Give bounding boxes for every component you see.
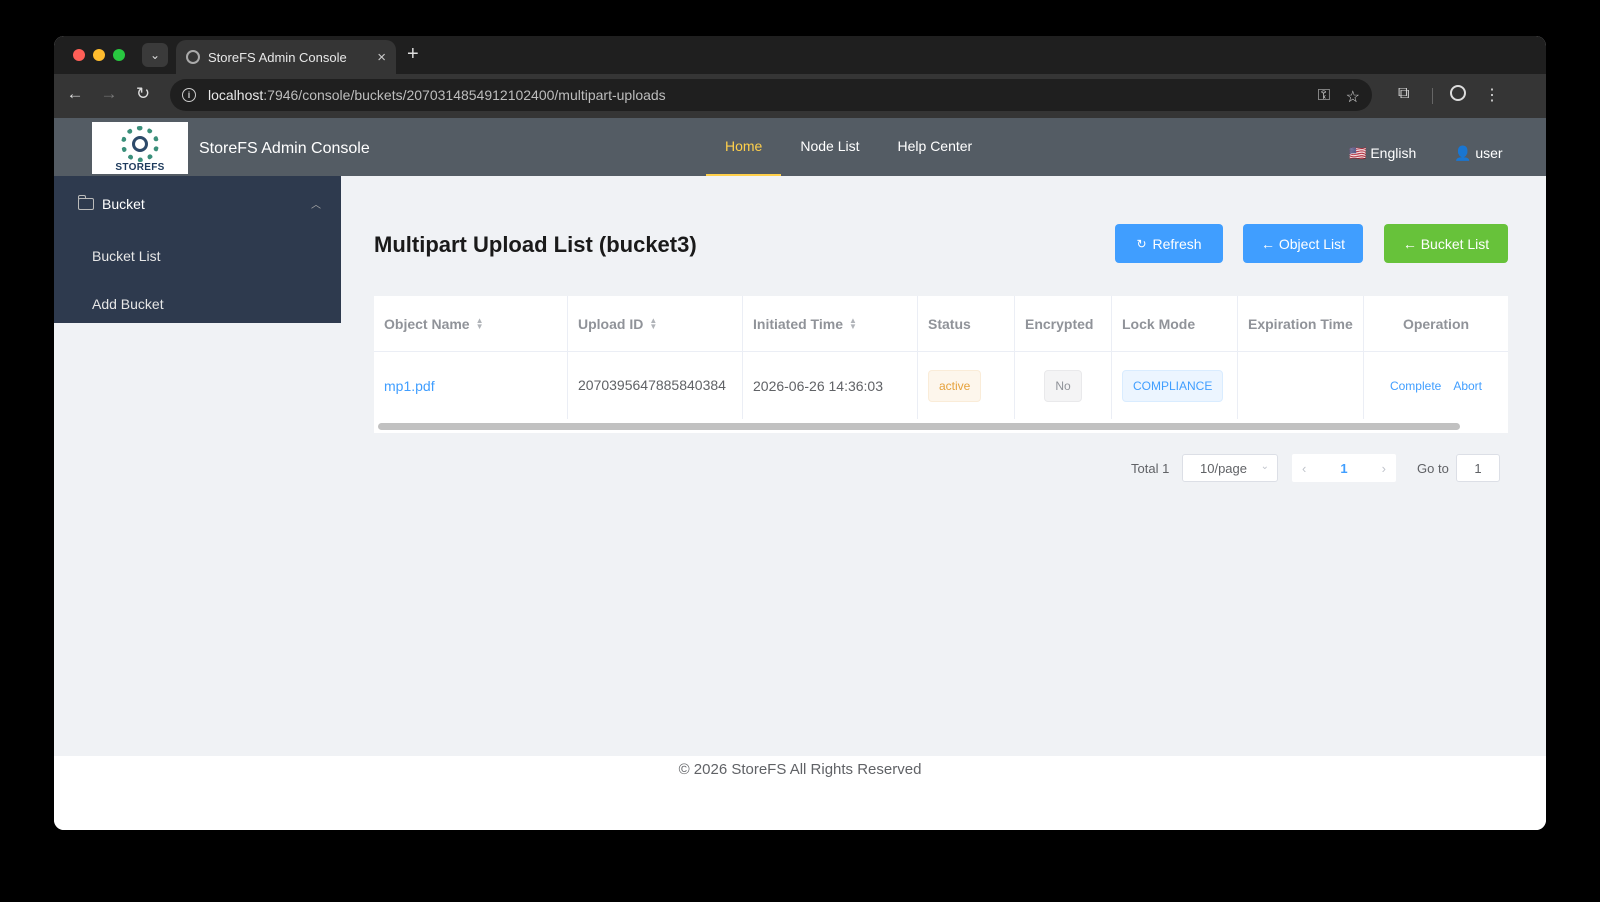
tab-title: StoreFS Admin Console bbox=[208, 49, 347, 65]
object-list-button[interactable]: ← Object List bbox=[1243, 224, 1363, 263]
column-header-upload-id[interactable]: Upload ID ▲ ▼ bbox=[568, 296, 743, 351]
language-selector[interactable]: 🇺🇸 English bbox=[1349, 145, 1416, 162]
column-header-expiration-time: Expiration Time bbox=[1238, 296, 1364, 351]
password-key-icon[interactable]: ⚿ bbox=[1318, 87, 1330, 105]
cell-expiration-time bbox=[1238, 352, 1364, 419]
cell-operation: Complete Abort bbox=[1364, 352, 1508, 419]
cell-lock-mode: COMPLIANCE bbox=[1112, 352, 1238, 419]
sidebar-item-add-bucket[interactable]: Add Bucket bbox=[54, 280, 341, 328]
browser-window: ⌄ StoreFS Admin Console × + ← → ↻ i loca… bbox=[54, 36, 1546, 830]
bucket-list-button[interactable]: ← Bucket List bbox=[1384, 224, 1508, 263]
column-header-label: Object Name bbox=[384, 315, 470, 332]
cell-encrypted: No bbox=[1015, 352, 1112, 419]
refresh-button[interactable]: ↻ Refresh bbox=[1115, 224, 1223, 263]
nav-node-list[interactable]: Node List bbox=[781, 118, 878, 176]
footer-copyright: © 2026 StoreFS All Rights Reserved bbox=[678, 761, 922, 778]
pagination-total: Total 1 bbox=[1131, 460, 1170, 476]
url-path: :7946/console/buckets/207031485491210240… bbox=[263, 87, 666, 103]
cell-initiated-time: 2026-06-26 14:36:03 bbox=[743, 352, 918, 419]
column-header-label: Upload ID bbox=[578, 315, 644, 332]
sidebar-group-bucket[interactable]: Bucket ︿ bbox=[54, 176, 341, 232]
sidebar-item-bucket-list[interactable]: Bucket List bbox=[54, 232, 341, 280]
sort-caret-icon[interactable]: ▲ ▼ bbox=[649, 316, 657, 330]
status-badge: active bbox=[928, 369, 982, 402]
url-text[interactable]: localhost:7946/console/buckets/207031485… bbox=[208, 87, 666, 103]
toolbar-divider bbox=[1432, 88, 1433, 104]
page-title: Multipart Upload List (bucket3) bbox=[374, 232, 697, 257]
sort-caret-icon[interactable]: ▲ ▼ bbox=[849, 316, 857, 330]
prev-page-chevron-icon[interactable]: ‹ bbox=[1302, 461, 1306, 476]
column-header-encrypted: Encrypted bbox=[1015, 296, 1112, 351]
logo-text: STOREFS bbox=[115, 162, 165, 173]
reload-icon[interactable]: ↻ bbox=[132, 84, 154, 104]
column-header-operation: Operation bbox=[1402, 315, 1470, 332]
close-window-button[interactable] bbox=[73, 49, 85, 61]
table-row: mp1.pdf 2070395647885840384 2026-06-26 1… bbox=[374, 352, 1508, 420]
kebab-menu-icon[interactable]: ⋮ bbox=[1484, 85, 1500, 105]
pager: ‹ 1 › bbox=[1292, 454, 1396, 482]
folder-icon bbox=[77, 195, 94, 210]
column-header-status: Status bbox=[918, 296, 1015, 351]
upload-id-value: 2070395647885840384 bbox=[578, 377, 726, 393]
cell-object-name: mp1.pdf bbox=[374, 352, 568, 419]
browser-tab-bar: ⌄ StoreFS Admin Console × + bbox=[54, 36, 1546, 74]
page-size-select[interactable]: 10/page ⌄ bbox=[1182, 454, 1278, 482]
scrollbar-thumb[interactable] bbox=[378, 423, 1460, 430]
minimize-window-button[interactable] bbox=[93, 49, 105, 61]
site-info-icon[interactable]: i bbox=[182, 88, 196, 102]
page-number[interactable]: 1 bbox=[1340, 461, 1347, 476]
column-header-initiated-time[interactable]: Initiated Time ▲ ▼ bbox=[743, 296, 918, 351]
abort-upload-link[interactable]: Abort bbox=[1453, 379, 1482, 393]
column-header-label: Initiated Time bbox=[753, 315, 843, 332]
url-host: localhost bbox=[208, 87, 264, 103]
user-menu[interactable]: 👤 user bbox=[1454, 145, 1503, 162]
chevron-down-icon: ⌄ bbox=[1260, 461, 1269, 472]
tab-search-chevron-icon[interactable]: ⌄ bbox=[142, 43, 168, 67]
cell-upload-id: 2070395647885840384 bbox=[568, 352, 743, 419]
refresh-icon: ↻ bbox=[1136, 236, 1147, 251]
maximize-window-button[interactable] bbox=[113, 49, 125, 61]
back-arrow-icon[interactable]: ← bbox=[64, 84, 86, 104]
app-title: StoreFS Admin Console bbox=[199, 140, 370, 157]
forward-arrow-icon[interactable]: → bbox=[98, 84, 120, 104]
globe-icon bbox=[186, 50, 200, 64]
goto-label: Go to bbox=[1417, 460, 1449, 476]
goto-page-input[interactable]: 1 bbox=[1456, 454, 1500, 482]
tab-close-icon[interactable]: × bbox=[377, 49, 386, 66]
app-header: STOREFS StoreFS Admin Console Home Node … bbox=[54, 118, 1546, 176]
complete-upload-link[interactable]: Complete bbox=[1390, 379, 1441, 393]
nav-help-center[interactable]: Help Center bbox=[879, 118, 992, 176]
refresh-button-label: Refresh bbox=[1152, 235, 1202, 252]
horizontal-scrollbar[interactable] bbox=[374, 419, 1508, 433]
chevron-up-icon[interactable]: ︿ bbox=[311, 196, 321, 211]
next-page-chevron-icon[interactable]: › bbox=[1382, 461, 1386, 476]
logo-mark-icon bbox=[121, 126, 159, 162]
browser-tab[interactable]: StoreFS Admin Console × bbox=[176, 40, 396, 74]
lock-mode-badge: COMPLIANCE bbox=[1122, 369, 1224, 402]
page-size-value: 10/page bbox=[1200, 460, 1247, 476]
table-header: Object Name ▲ ▼ Upload ID ▲ ▼ Initiated Time… bbox=[374, 296, 1508, 352]
column-header-object-name[interactable]: Object Name ▲ ▼ bbox=[374, 296, 568, 351]
extensions-puzzle-icon[interactable]: ⧉ bbox=[1398, 85, 1409, 103]
object-name-link[interactable]: mp1.pdf bbox=[384, 378, 435, 394]
encrypted-badge: No bbox=[1044, 369, 1082, 402]
sidebar-group-label: Bucket bbox=[102, 196, 145, 212]
bookmark-star-icon[interactable]: ☆ bbox=[1346, 87, 1360, 107]
column-header-lock-mode: Lock Mode bbox=[1112, 296, 1238, 351]
browser-toolbar: ← → ↻ i localhost:7946/console/buckets/2… bbox=[54, 74, 1546, 118]
multipart-upload-table: Object Name ▲ ▼ Upload ID ▲ ▼ Initiated Time… bbox=[374, 296, 1508, 420]
sort-caret-icon[interactable]: ▲ ▼ bbox=[476, 316, 484, 330]
address-bar[interactable]: i localhost:7946/console/buckets/2070314… bbox=[170, 79, 1372, 111]
nav-home[interactable]: Home bbox=[706, 118, 782, 176]
storefs-logo[interactable]: STOREFS bbox=[92, 122, 188, 174]
sidebar: Bucket ︿ Bucket List Add Bucket bbox=[54, 176, 341, 323]
cell-status: active bbox=[918, 352, 1015, 419]
profile-icon[interactable] bbox=[1450, 85, 1466, 101]
new-tab-plus-icon[interactable]: + bbox=[407, 44, 419, 64]
top-nav-menu: Home Node List Help Center bbox=[706, 118, 991, 176]
